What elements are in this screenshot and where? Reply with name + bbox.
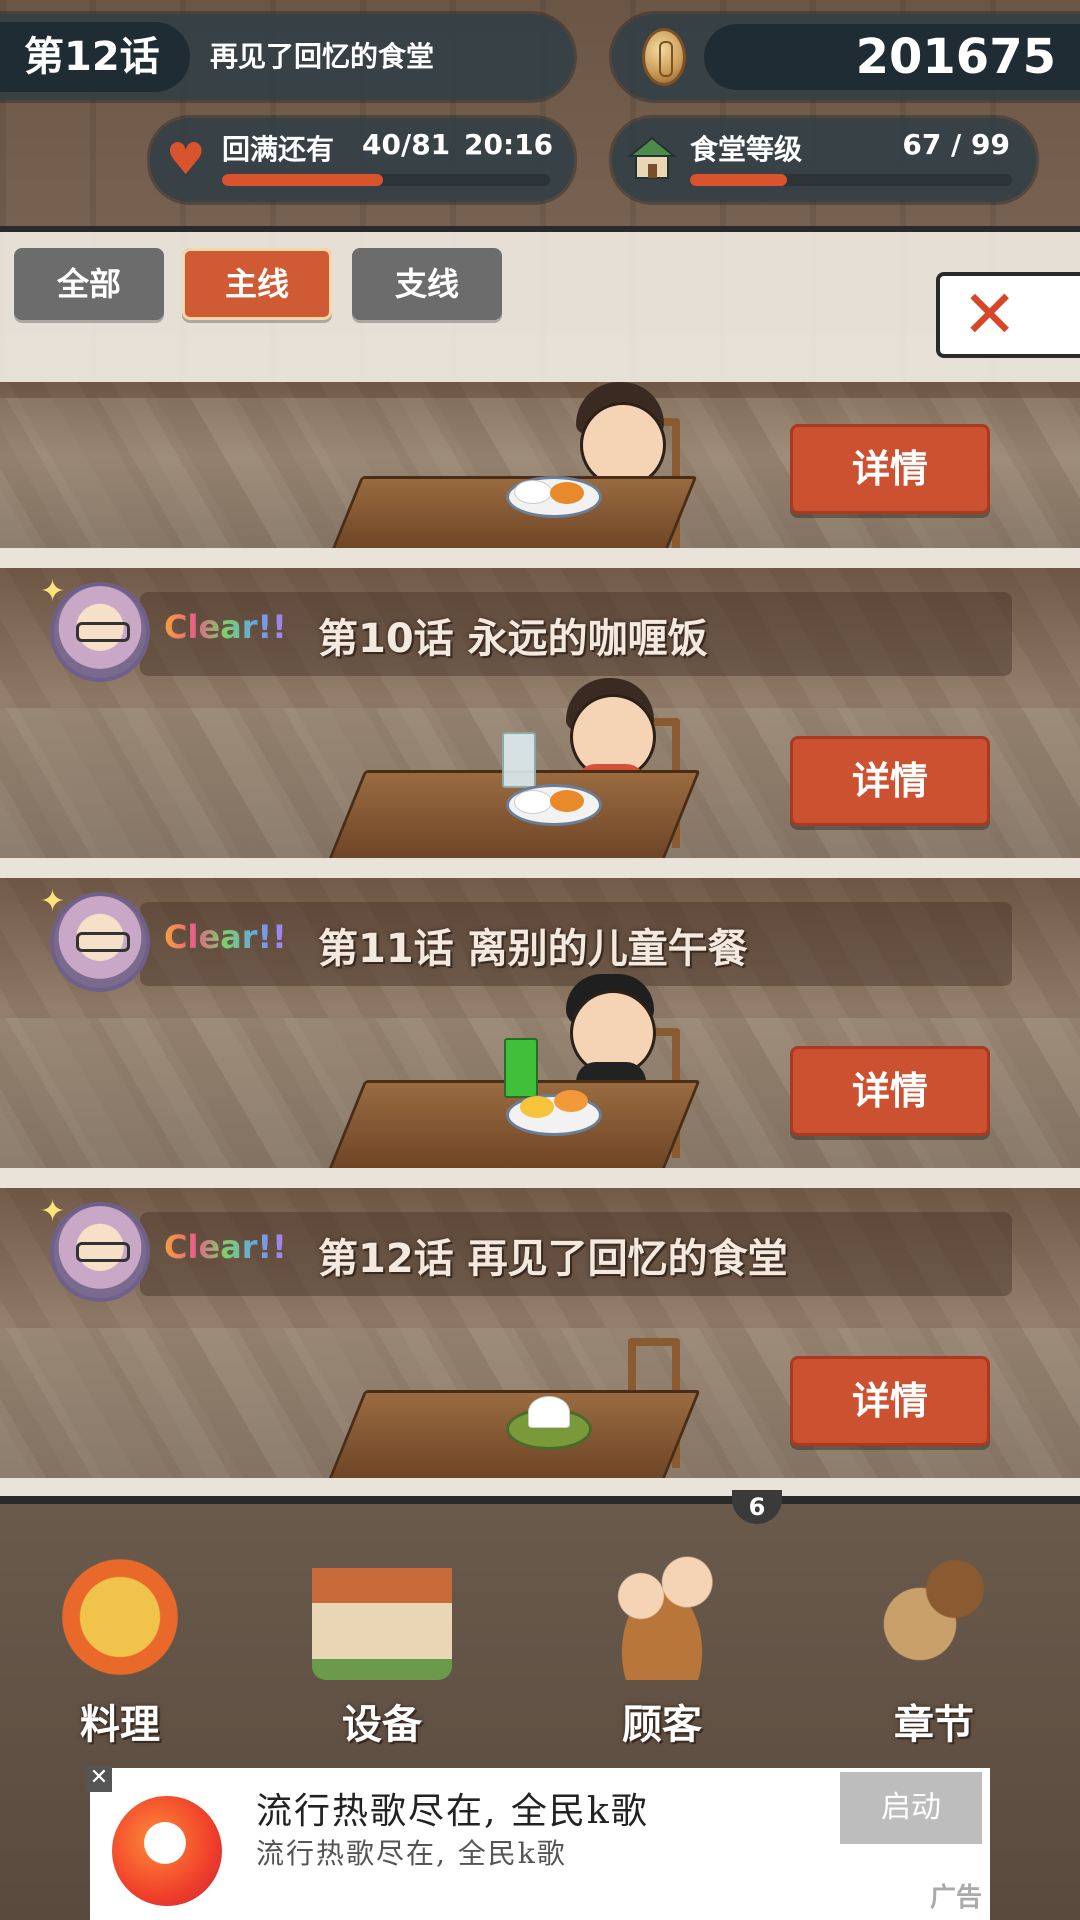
melon-soda bbox=[504, 1038, 538, 1098]
shop-building-icon bbox=[312, 1540, 452, 1680]
bottom-divider bbox=[0, 1496, 1080, 1504]
stamina-timer: 20:16 bbox=[464, 128, 554, 161]
cooking-pot-icon bbox=[50, 1540, 190, 1680]
water-glass bbox=[502, 732, 536, 788]
ad-label: 广告 bbox=[929, 1883, 982, 1913]
card-separator bbox=[0, 1168, 1080, 1188]
ad-close-icon[interactable]: ✕ bbox=[86, 1766, 112, 1792]
detail-button[interactable]: 详情 bbox=[790, 1046, 990, 1136]
episode-title: 第12话 再见了回忆的食堂 bbox=[318, 1236, 788, 1282]
ad-launch-button[interactable]: 启动 bbox=[840, 1772, 982, 1844]
restaurant-level-value: 67 / 99 bbox=[902, 128, 1010, 161]
coin-value: 201675 bbox=[855, 29, 1056, 85]
menu-customers[interactable]: 顾客 bbox=[572, 1540, 752, 1780]
episode-card: ✦ Clear!! 第10话 永远的咖喱饭 详情 bbox=[0, 568, 1080, 858]
karaoke-app-logo bbox=[112, 1796, 222, 1906]
card-separator bbox=[0, 548, 1080, 568]
menu-equipment-label: 设备 bbox=[342, 1702, 422, 1748]
tab-side[interactable]: 支线 bbox=[352, 248, 502, 320]
detail-button[interactable]: 详情 bbox=[790, 736, 990, 826]
curry bbox=[550, 482, 584, 504]
ad-banner[interactable]: ✕ 流行热歌尽在, 全民k歌 流行热歌尽在, 全民k歌 启动 广告 bbox=[86, 1766, 990, 1920]
rice bbox=[514, 790, 552, 814]
stamina-bar bbox=[222, 174, 550, 186]
coin-icon bbox=[642, 28, 686, 86]
stamina-panel: ♥ 回满还有 40/81 20:16 bbox=[150, 118, 574, 202]
restaurant-level-bar-fill bbox=[690, 174, 787, 186]
card-separator bbox=[0, 858, 1080, 878]
episode-card: ✦ Clear!! 第12话 再见了回忆的食堂 详情 bbox=[0, 1188, 1080, 1478]
menu-cooking[interactable]: 料理 bbox=[30, 1540, 210, 1780]
tab-all[interactable]: 全部 bbox=[14, 248, 164, 320]
rice bbox=[514, 480, 552, 504]
customers-icon bbox=[592, 1540, 732, 1680]
clear-badge: Clear!! bbox=[164, 918, 287, 956]
curry bbox=[550, 790, 584, 812]
tab-main[interactable]: 主线 bbox=[182, 248, 332, 320]
episode-card: 详情 bbox=[0, 382, 1080, 548]
heart-icon: ♥ bbox=[166, 134, 206, 185]
ad-headline: 流行热歌尽在, 全民k歌 bbox=[256, 1791, 649, 1832]
menu-customers-label: 顾客 bbox=[622, 1702, 702, 1748]
menu-chapters-label: 章节 bbox=[894, 1702, 974, 1748]
stamina-label: 回满还有 bbox=[222, 133, 335, 166]
detail-button[interactable]: 详情 bbox=[790, 1356, 990, 1446]
close-button[interactable]: ✕ bbox=[936, 272, 1080, 358]
coin-counter: 201675 bbox=[612, 14, 1080, 100]
restaurant-level-label: 食堂等级 bbox=[690, 133, 803, 166]
episode-card: ✦ Clear!! 第11话 离别的儿童午餐 详情 bbox=[0, 878, 1080, 1168]
menu-chapters[interactable]: 章节 bbox=[844, 1540, 1024, 1780]
sparkle-icon: ✦ bbox=[40, 574, 66, 609]
chapter-title: 再见了回忆的食堂 bbox=[210, 40, 435, 73]
episode-title: 第10话 永远的咖喱饭 bbox=[318, 616, 708, 662]
fried-egg bbox=[520, 1096, 554, 1118]
clear-badge: Clear!! bbox=[164, 608, 287, 646]
restaurant-level-bar bbox=[690, 174, 1012, 186]
restaurant-level-panel: 食堂等级 67 / 99 bbox=[612, 118, 1036, 202]
film-camera-icon bbox=[864, 1540, 1004, 1680]
menu-equipment[interactable]: 设备 bbox=[292, 1540, 472, 1780]
ad-subline: 流行热歌尽在, 全民k歌 bbox=[256, 1837, 567, 1870]
close-icon: ✕ bbox=[962, 276, 1018, 353]
episode-title: 第11话 离别的儿童午餐 bbox=[318, 926, 748, 972]
chapter-indicator: 第12话 再见了回忆的食堂 bbox=[0, 14, 574, 100]
chapter-number: 第12话 bbox=[0, 22, 190, 92]
menu-cooking-label: 料理 bbox=[80, 1702, 160, 1748]
rice-ball bbox=[528, 1396, 570, 1428]
detail-button[interactable]: 详情 bbox=[790, 424, 990, 514]
stamina-count: 40/81 bbox=[362, 128, 451, 161]
sparkle-icon: ✦ bbox=[40, 1194, 66, 1229]
sparkle-icon: ✦ bbox=[40, 884, 66, 919]
clear-badge: Clear!! bbox=[164, 1228, 287, 1266]
filter-bar: 全部 主线 支线 ✕ bbox=[0, 232, 1080, 382]
house-icon bbox=[627, 136, 677, 179]
card-separator bbox=[0, 1478, 1080, 1498]
stamina-bar-fill bbox=[222, 174, 383, 186]
kids-lunch bbox=[554, 1090, 588, 1112]
